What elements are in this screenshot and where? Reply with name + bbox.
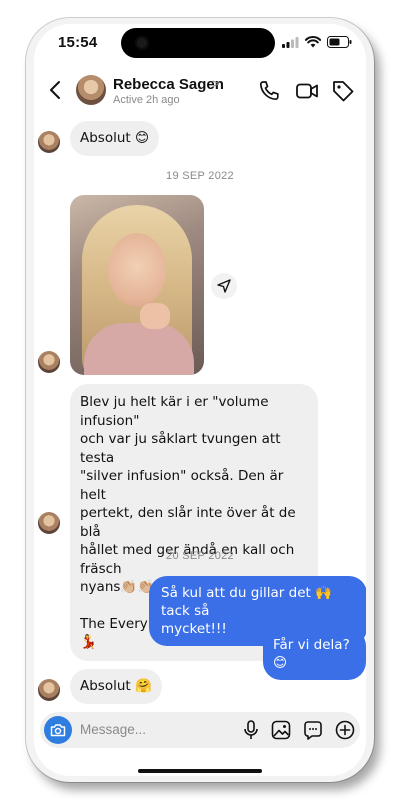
contact-avatar[interactable] <box>76 75 106 105</box>
plus-circle-icon[interactable] <box>334 719 356 741</box>
date-divider: 19 SEP 2022 <box>166 170 234 182</box>
message-line: Blev ju helt kär i er "volume infusion" <box>80 394 269 429</box>
status-bar: 15:54 <box>34 24 366 66</box>
name-chevron: > <box>212 76 220 91</box>
message-text: Absolut 😊 <box>80 130 150 146</box>
signal-icon <box>282 36 299 48</box>
battery-icon <box>327 36 352 48</box>
tag-icon[interactable] <box>330 78 356 104</box>
avatar <box>38 679 60 701</box>
message-line: och var ju såklart tvungen att testa <box>80 431 281 466</box>
message-composer[interactable]: Message... <box>40 712 360 748</box>
message-bubble-incoming[interactable]: Absolut 😊 <box>70 121 160 156</box>
message-line: pertekt, den slår inte över åt de blå <box>80 505 296 540</box>
camera-icon <box>50 724 66 737</box>
dynamic-island <box>121 28 275 58</box>
photo-face <box>108 233 166 307</box>
message-line: "silver infusion" också. Den är helt <box>80 468 284 503</box>
date-divider: 20 SEP 2022 <box>166 550 234 562</box>
front-camera <box>135 36 149 50</box>
message-text: Absolut 🤗 <box>80 678 152 694</box>
image-icon[interactable] <box>270 719 292 741</box>
phone-icon[interactable] <box>256 78 282 104</box>
avatar <box>38 131 60 153</box>
message-line: Så kul att du gillar det 🙌 tack så <box>161 585 332 619</box>
photo-shirt <box>84 323 194 375</box>
wifi-icon <box>305 36 321 48</box>
message-input[interactable]: Message... <box>80 722 146 737</box>
share-button[interactable] <box>211 273 237 299</box>
avatar <box>38 512 60 534</box>
chat-screen: 15:54 Rebecca Sagen > Active 2h ago Abso… <box>34 24 366 776</box>
message-text: Får vi dela? 😊 <box>273 637 350 671</box>
microphone-icon[interactable] <box>240 719 262 741</box>
chat-header: Rebecca Sagen > Active 2h ago <box>34 70 366 114</box>
avatar <box>38 351 60 373</box>
photo-message[interactable] <box>70 195 204 375</box>
camera-button[interactable] <box>44 716 72 744</box>
chevron-left-icon[interactable] <box>44 78 68 102</box>
send-icon <box>217 279 231 293</box>
message-bubble-outgoing[interactable]: Får vi dela? 😊 <box>263 628 366 680</box>
status-icons <box>282 36 352 48</box>
video-icon[interactable] <box>294 78 320 104</box>
photo-hand <box>140 303 170 329</box>
status-time: 15:54 <box>58 34 98 51</box>
contact-name[interactable]: Rebecca Sagen <box>113 76 224 93</box>
active-status: Active 2h ago <box>113 94 180 106</box>
chat-sticker-icon[interactable] <box>302 719 324 741</box>
message-bubble-incoming[interactable]: Absolut 🤗 <box>70 669 162 704</box>
home-indicator[interactable] <box>138 769 262 773</box>
